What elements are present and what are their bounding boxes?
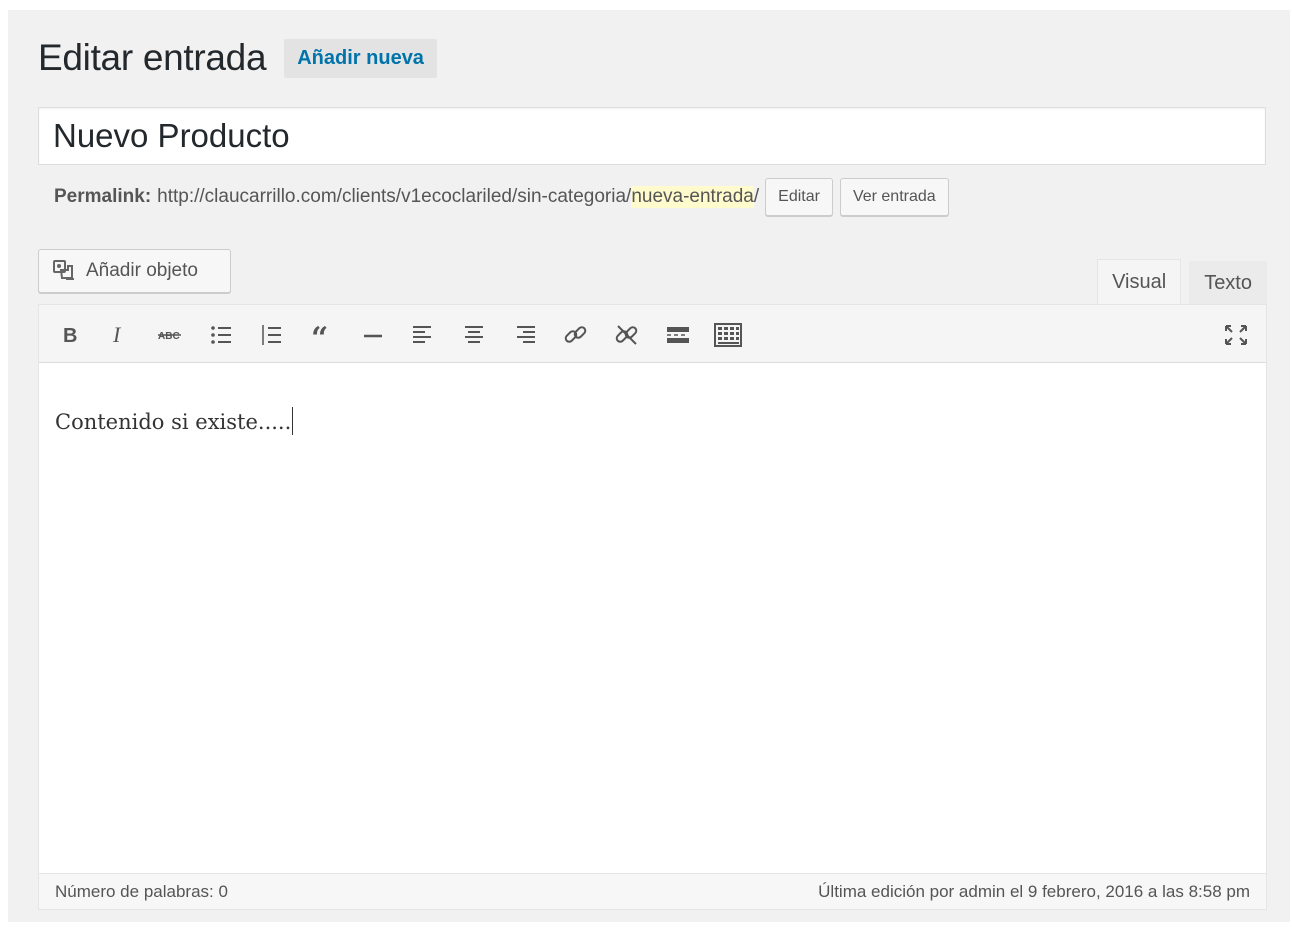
editor-status-bar: Número de palabras: 0 Última edición por… [39,873,1266,909]
numbered-list-icon[interactable] [254,318,288,352]
page-header: Editar entrada Añadir nueva [38,36,437,80]
read-more-icon[interactable] [661,318,695,352]
bold-icon[interactable]: B [53,318,87,352]
add-media-icon [53,260,74,280]
remove-link-icon[interactable] [610,318,644,352]
permalink-slug[interactable]: nueva-entrada [631,186,754,208]
editor-content-text: Contenido si existe..... [55,410,292,434]
last-edited: Última edición por admin el 9 febrero, 2… [818,881,1250,901]
add-media-button[interactable]: Añadir objeto [38,249,231,293]
svg-text:I: I [112,324,122,346]
editor-content[interactable]: Contenido si existe..... [55,407,294,435]
edit-post-screen: Editar entrada Añadir nueva Permalink: h… [8,10,1290,922]
post-title-input[interactable] [39,108,1265,164]
toolbar-toggle-icon[interactable] [711,318,745,352]
svg-text:B: B [63,325,77,346]
tab-visual[interactable]: Visual [1097,259,1182,305]
svg-text:ABC: ABC [158,331,180,342]
editor-container: B I ABC “ Contenido si existe..... Númer… [38,304,1267,910]
editor-toolbar: B I ABC “ [39,305,1266,363]
permalink-base-url: http://claucarrillo.com/clients/v1ecocla… [157,186,632,207]
text-caret [292,407,294,435]
permalink-trailing-slash: / [753,186,760,207]
editor-content-area[interactable]: Contenido si existe..... [39,363,1266,873]
page-title: Editar entrada [38,37,267,78]
editor-tabs: Visual Texto [1097,259,1267,305]
post-title-box [38,107,1266,165]
view-post-button[interactable]: Ver entrada [839,178,949,216]
align-right-icon[interactable] [508,318,542,352]
permalink-row: Permalink: http://claucarrillo.com/clien… [54,178,949,216]
permalink-label: Permalink: [54,186,152,207]
align-center-icon[interactable] [457,318,491,352]
word-count: Número de palabras: 0 [55,881,228,901]
horizontal-line-icon[interactable] [356,318,390,352]
strikethrough-icon[interactable]: ABC [153,318,187,352]
italic-icon[interactable]: I [102,318,136,352]
insert-link-icon[interactable] [559,318,593,352]
svg-text:“: “ [311,324,328,346]
add-media-label: Añadir objeto [86,260,198,281]
align-left-icon[interactable] [406,318,440,352]
blockquote-icon[interactable]: “ [305,318,339,352]
add-new-button[interactable]: Añadir nueva [284,38,437,78]
edit-permalink-button[interactable]: Editar [765,178,833,216]
tab-text[interactable]: Texto [1189,261,1267,305]
fullscreen-icon[interactable] [1219,318,1253,352]
bulleted-list-icon[interactable] [204,318,238,352]
